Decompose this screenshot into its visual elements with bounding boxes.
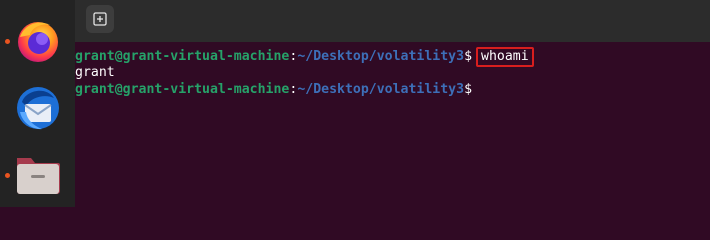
thunderbird-icon [17, 87, 59, 130]
firefox-icon [18, 22, 58, 62]
prompt-dollar: $ [464, 82, 473, 97]
dock-item-firefox[interactable] [12, 15, 64, 67]
prompt-path: ~/Desktop/volatility3 [297, 82, 465, 97]
command-output: grant [75, 65, 115, 80]
highlighted-command: whoami [476, 47, 534, 67]
prompt-path: ~/Desktop/volatility3 [297, 49, 465, 64]
terminal-header-bar [75, 0, 710, 42]
command-line-2: grant@grant-virtual-machine:~/Desktop/vo… [75, 81, 480, 99]
new-tab-icon [93, 12, 107, 26]
folder-icon [17, 158, 60, 194]
terminal-output[interactable]: grant@grant-virtual-machine:~/Desktop/vo… [75, 42, 710, 207]
prompt-dollar: $ [464, 49, 473, 64]
dock [0, 0, 75, 207]
firefox-running-indicator [5, 39, 10, 44]
new-tab-button[interactable] [86, 5, 114, 33]
dock-item-thunderbird[interactable] [12, 82, 64, 134]
prompt-user-host: grant@grant-virtual-machine [75, 82, 290, 97]
dock-item-files[interactable] [12, 148, 64, 200]
prompt-user-host: grant@grant-virtual-machine [75, 49, 290, 64]
files-running-indicator [5, 173, 10, 178]
command-line-1: grant@grant-virtual-machine:~/Desktop/vo… [75, 47, 534, 67]
